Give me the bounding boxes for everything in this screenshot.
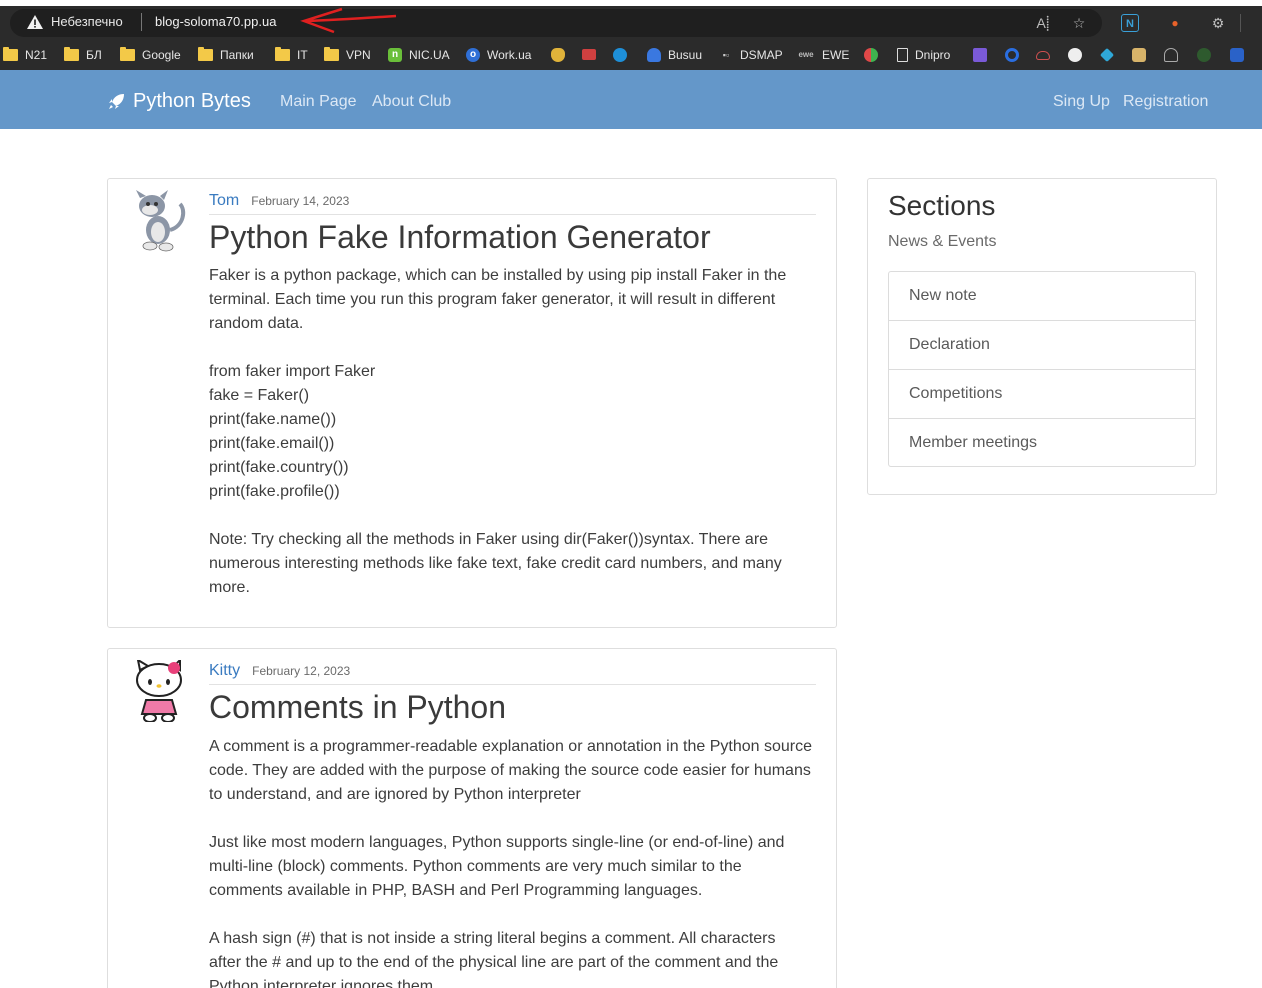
c-app-icon[interactable] <box>1005 48 1019 62</box>
toolbar-divider <box>1240 14 1241 32</box>
nav-registration[interactable]: Registration <box>1123 93 1208 111</box>
bookmark-label: БЛ <box>86 48 102 62</box>
sidebar-title: Sections <box>888 190 996 221</box>
post-title[interactable]: Python Fake Information Generator <box>209 219 711 256</box>
bookmark-n21[interactable]: N21 <box>3 47 47 63</box>
extensions-icon[interactable]: ⚙ <box>1209 14 1227 32</box>
bulb-icon[interactable] <box>551 48 565 62</box>
post-body: Faker is a python package, which can be … <box>209 267 787 596</box>
bookmark-label: Папки <box>220 48 254 62</box>
hand-icon[interactable] <box>1164 48 1178 62</box>
music-icon[interactable] <box>973 48 987 62</box>
teamviewer-icon[interactable] <box>613 48 627 62</box>
bookmark-label: Dnipro <box>915 48 951 62</box>
ok-app-icon[interactable] <box>1068 48 1082 62</box>
bookmark-label: Google <box>142 48 181 62</box>
tom-cat-avatar-icon <box>136 190 186 252</box>
bookmark-label: EWE <box>822 48 850 62</box>
bookmark-google[interactable]: Google <box>120 47 181 63</box>
section-item-declaration[interactable]: Declaration <box>889 321 1195 370</box>
address-divider <box>141 13 142 31</box>
nav-about-club[interactable]: About Club <box>372 93 451 111</box>
bookmark-bl[interactable]: БЛ <box>64 47 102 63</box>
favorites-add-icon[interactable]: ☆ <box>1070 14 1088 32</box>
bookmark-label: N21 <box>25 48 48 62</box>
paypal-icon[interactable] <box>1230 48 1244 62</box>
meta-divider <box>209 684 816 685</box>
rocket-icon <box>109 94 124 109</box>
bookmark-label: DSMAP <box>740 48 783 62</box>
section-item-competitions[interactable]: Competitions <box>889 370 1195 419</box>
post-date: February 12, 2023 <box>252 664 351 678</box>
bookmark-label: VPN <box>346 48 371 62</box>
bookmark-ewe[interactable]: ewe EWE <box>797 47 849 63</box>
author-link[interactable]: Kitty <box>209 662 240 680</box>
read-aloud-icon[interactable]: A⸽ <box>1034 14 1052 32</box>
extension-n-icon[interactable]: N <box>1121 14 1139 32</box>
site-navbar: Python Bytes Main Page About Club Sing U… <box>0 70 1262 129</box>
cloud-icon[interactable] <box>1036 51 1050 60</box>
meta-divider <box>209 214 816 215</box>
bookmark-dsmap[interactable]: ▪▫ DSMAP <box>719 47 783 63</box>
nav-sign-up[interactable]: Sing Up <box>1053 93 1110 111</box>
sections-list: New note Declaration Competitions Member… <box>888 271 1196 467</box>
bookmark-dnipro[interactable]: Dnipro <box>897 47 950 63</box>
warning-icon[interactable] <box>26 14 44 30</box>
ewe-icon: ewe <box>798 50 814 59</box>
24-app-icon[interactable] <box>1197 48 1211 62</box>
page-icon <box>897 48 908 62</box>
brand-name: Python Bytes <box>133 90 251 112</box>
section-item-member-meetings[interactable]: Member meetings <box>889 419 1195 466</box>
nav-main-page[interactable]: Main Page <box>280 93 357 111</box>
bookmark-busuu[interactable]: Busuu <box>647 47 702 63</box>
security-status[interactable]: Небезпечно <box>51 14 123 29</box>
post-date: February 14, 2023 <box>251 194 350 208</box>
box-app-icon[interactable] <box>1132 48 1146 62</box>
folder-icon <box>64 47 79 61</box>
bookmark-label: IT <box>297 48 308 62</box>
bookmark-label: NIC.UA <box>409 48 450 62</box>
bookmark-papky[interactable]: Папки <box>198 47 254 63</box>
dsmap-icon: ▪▫ <box>722 50 730 60</box>
post-body: A comment is a programmer-readable expla… <box>209 738 813 988</box>
bookmarks-bar: N21 БЛ Google Папки IT VPN n NIC.UA o Work… <box>0 40 1262 70</box>
workua-icon: o <box>466 48 480 62</box>
bookmark-workua[interactable]: o Work.ua <box>466 47 531 63</box>
folder-icon <box>198 47 213 61</box>
bookmark-label: Work.ua <box>487 48 532 62</box>
browser-toolbar: Небезпечно blog-soloma70.pp.ua A⸽ ☆ N ● … <box>0 6 1262 40</box>
post-title[interactable]: Comments in Python <box>209 689 506 726</box>
folder-icon <box>324 47 339 61</box>
extension-fox-icon[interactable]: ● <box>1166 14 1184 32</box>
busuu-icon <box>647 48 661 62</box>
red-arrow-annotation <box>300 7 397 34</box>
hello-kitty-avatar-icon <box>136 660 182 722</box>
folder-icon <box>120 47 135 61</box>
mail-icon[interactable] <box>582 49 596 60</box>
folder-icon <box>275 47 290 61</box>
section-item-new-note[interactable]: New note <box>889 272 1195 321</box>
diamond-app-icon[interactable] <box>1099 47 1115 63</box>
sidebar-subtitle: News & Events <box>888 233 997 250</box>
bookmark-nicua[interactable]: n NIC.UA <box>388 47 450 63</box>
url-text[interactable]: blog-soloma70.pp.ua <box>155 14 276 29</box>
bookmark-vpn[interactable]: VPN <box>324 47 371 63</box>
bookmark-it[interactable]: IT <box>275 47 308 63</box>
folder-icon <box>3 47 18 61</box>
colorful-app-icon[interactable] <box>864 48 878 62</box>
author-link[interactable]: Tom <box>209 192 239 210</box>
bookmark-label: Busuu <box>668 48 703 62</box>
brand-link[interactable]: Python Bytes <box>108 90 251 113</box>
post-meta: Kitty February 12, 2023 <box>209 662 350 680</box>
post-meta: Tom February 14, 2023 <box>209 192 349 210</box>
nic-icon: n <box>388 48 402 62</box>
